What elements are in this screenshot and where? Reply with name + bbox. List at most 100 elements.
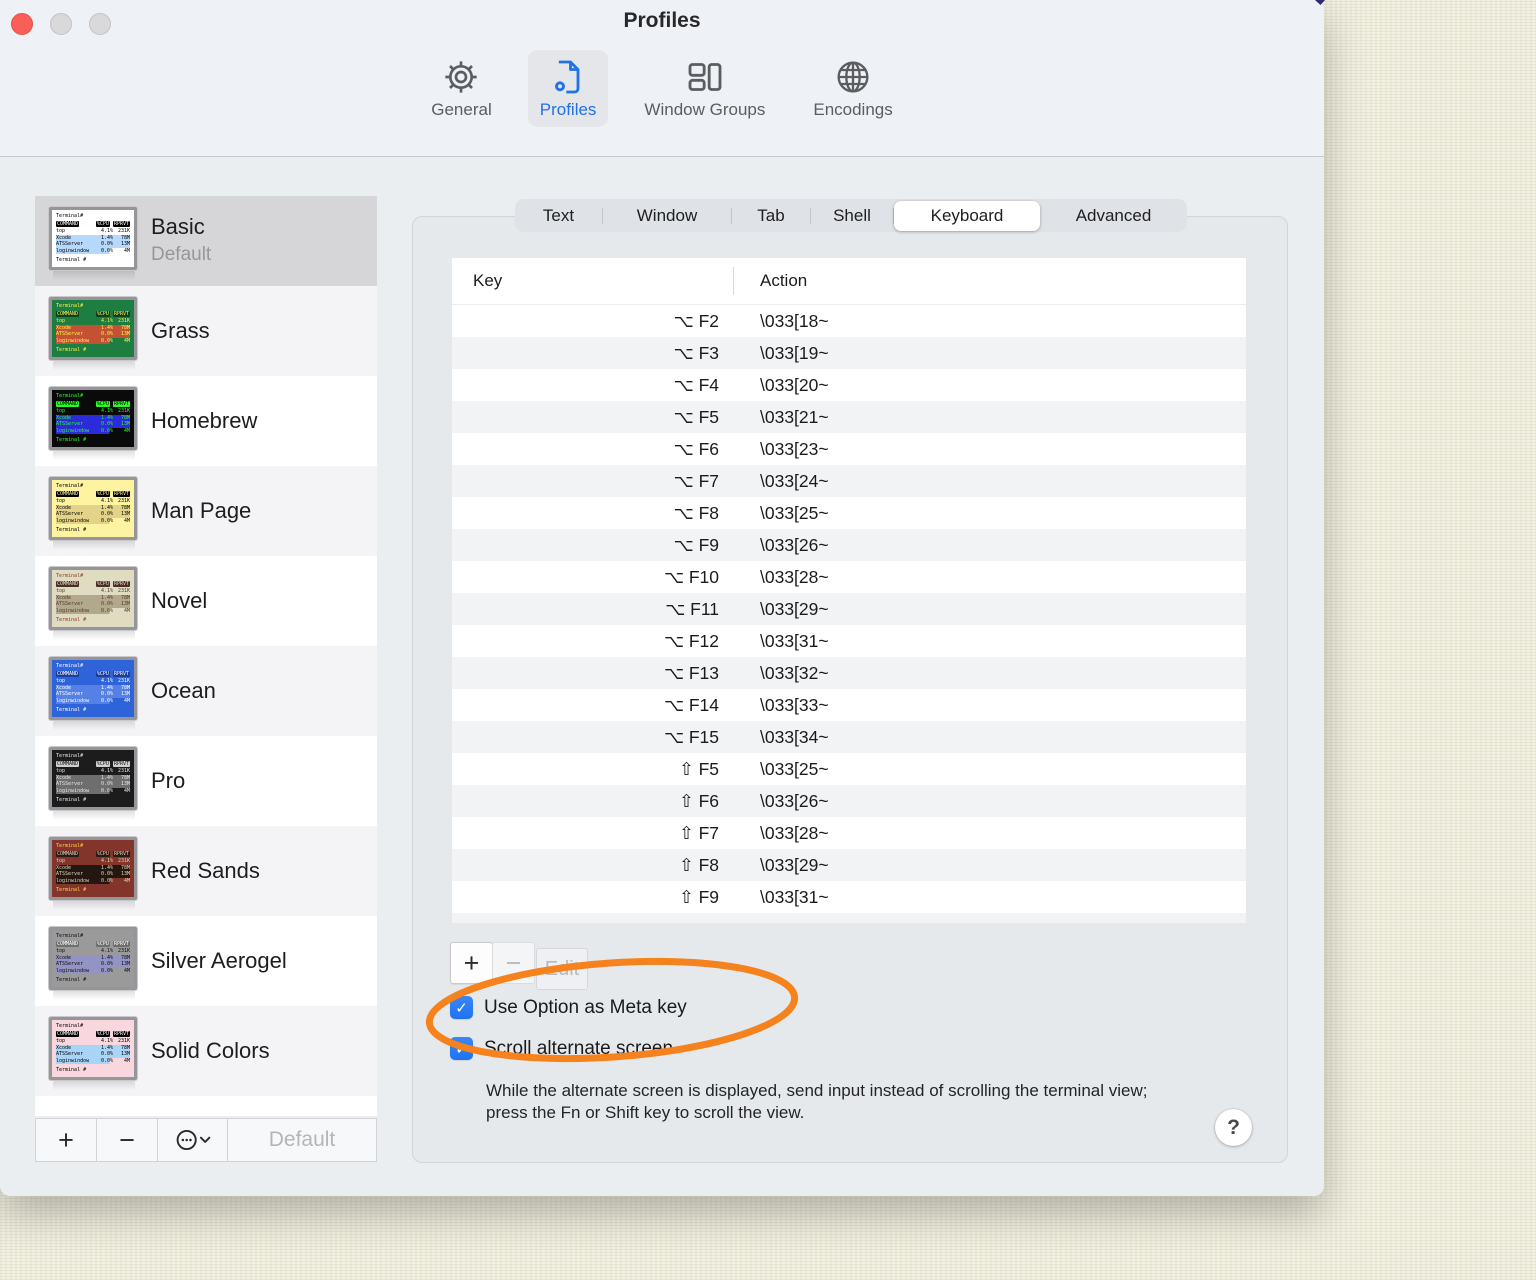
column-header-action[interactable]: Action (760, 271, 807, 291)
profile-thumbnail: Terminal# COMMAND %CPU RPRVT top 4.1% 231K Xcod… (49, 657, 139, 730)
thumbnail-title-text: Terminal# (56, 933, 84, 939)
toolbar-item-label: Window Groups (644, 100, 766, 119)
tab-tab[interactable]: Tab (732, 199, 810, 232)
key-mapping-row[interactable]: ⌥ F13 \033[32~ (452, 657, 1246, 689)
profile-list-item-silver-aerogel[interactable]: Terminal# COMMAND %CPU RPRVT top 4.1% 231K Xcod… (35, 916, 377, 1006)
key-mapping-row[interactable]: ⌥ F10 \033[28~ (452, 561, 1246, 593)
tab-advanced[interactable]: Advanced (1040, 199, 1187, 232)
thumbnail-reflection (53, 451, 135, 460)
thumbnail-column-chip: COMMAND (56, 580, 80, 587)
thumbnail-process-row: loginwindow 0.0% 4M (56, 877, 130, 884)
profile-list-item-ocean[interactable]: Terminal# COMMAND %CPU RPRVT top 4.1% 231K Xcod… (35, 646, 377, 736)
terminal-thumbnail-frame: Terminal# COMMAND %CPU RPRVT top 4.1% 231K Xcod… (49, 567, 137, 630)
terminal-thumbnail-screen: Terminal# COMMAND %CPU RPRVT top 4.1% 231K Xcod… (52, 300, 134, 357)
edit-key-mapping-button[interactable]: Edit (536, 948, 588, 990)
key-mapping-row[interactable]: ⇧ F5 \033[25~ (452, 753, 1246, 785)
key-mapping-row[interactable]: ⌥ F3 \033[19~ (452, 337, 1246, 369)
column-divider[interactable] (733, 267, 734, 295)
toolbar-item-encodings[interactable]: Encodings (801, 50, 904, 127)
thumbnail-process-row: loginwindow 0.0% 4M (56, 247, 130, 254)
key-mapping-row[interactable]: ⌥ F12 \033[31~ (452, 625, 1246, 657)
profile-name: Homebrew (151, 408, 258, 433)
profile-list-item-solid-colors[interactable]: Terminal# COMMAND %CPU RPRVT top 4.1% 231K Xcod… (35, 1006, 377, 1096)
thumbnail-reflection (53, 271, 135, 280)
thumbnail-title-text: Terminal# (56, 663, 84, 669)
toolbar-item-profiles[interactable]: Profiles (527, 50, 609, 127)
key-mapping-row[interactable]: ⌥ F8 \033[25~ (452, 497, 1246, 529)
profile-list-item-pro[interactable]: Terminal# COMMAND %CPU RPRVT top 4.1% 231K Xcod… (35, 736, 377, 826)
profile-list-item-red-sands[interactable]: Terminal# COMMAND %CPU RPRVT top 4.1% 231K Xcod… (35, 826, 377, 916)
checkbox-checked[interactable]: ✓ (450, 996, 473, 1019)
profile-list-item-novel[interactable]: Terminal# COMMAND %CPU RPRVT top 4.1% 231K Xcod… (35, 556, 377, 646)
key-cell: ⌥ F6 (673, 438, 719, 459)
thumbnail-reflection (53, 1081, 135, 1090)
add-profile-button[interactable]: + (36, 1119, 97, 1161)
profile-list: Terminal# COMMAND %CPU RPRVT top 4.1% 231K Xcod… (35, 196, 377, 1116)
terminal-thumbnail-frame: Terminal# COMMAND %CPU RPRVT top 4.1% 231K Xcod… (49, 1017, 137, 1080)
profile-name: Solid Colors (151, 1038, 270, 1063)
key-mapping-row[interactable]: ⌥ F5 \033[21~ (452, 401, 1246, 433)
key-mapping-row[interactable]: ⌥ F14 \033[33~ (452, 689, 1246, 721)
profile-list-item-homebrew[interactable]: Terminal# COMMAND %CPU RPRVT top 4.1% 231K Xcod… (35, 376, 377, 466)
gear-icon (441, 55, 481, 99)
key-mapping-row[interactable]: ⌥ F6 \033[23~ (452, 433, 1246, 465)
thumbnail-title-text: Terminal# (56, 573, 84, 579)
key-mapping-row[interactable]: ⌥ F2 \033[18~ (452, 305, 1246, 337)
profile-name: Ocean (151, 678, 216, 703)
thumbnail-title-text: Terminal# (56, 753, 84, 759)
default-profile-button[interactable]: Default (228, 1119, 376, 1161)
ellipsis-circle-chevron-icon (174, 1127, 212, 1153)
profile-more-menu-button[interactable] (158, 1119, 228, 1161)
thumbnail-process-row: loginwindow 0.0% 4M (56, 517, 130, 524)
tab-text[interactable]: Text (515, 199, 602, 232)
terminal-thumbnail-frame: Terminal# COMMAND %CPU RPRVT top 4.1% 231K Xcod… (49, 387, 137, 450)
tab-shell[interactable]: Shell (811, 199, 893, 232)
thumbnail-column-chip: %CPU (95, 580, 110, 587)
thumbnail-process-row: loginwindow 0.0% 4M (56, 1057, 130, 1064)
checkbox-checked[interactable]: ✓ (450, 1037, 473, 1060)
key-mapping-row[interactable]: ⌥ F9 \033[26~ (452, 529, 1246, 561)
terminal-thumbnail-frame: Terminal# COMMAND %CPU RPRVT top 4.1% 231K Xcod… (49, 297, 137, 360)
action-cell: \033[24~ (760, 470, 829, 491)
action-cell: \033[29~ (760, 854, 829, 875)
toolbar-item-general[interactable]: General (419, 50, 503, 127)
key-mapping-row[interactable]: ⇧ F9 \033[31~ (452, 881, 1246, 913)
tab-keyboard[interactable]: Keyboard (894, 200, 1040, 231)
profile-thumbnail: Terminal# COMMAND %CPU RPRVT top 4.1% 231K Xcod… (49, 927, 139, 1000)
action-cell: \033[26~ (760, 534, 829, 555)
remove-profile-button[interactable]: − (97, 1119, 158, 1161)
thumbnail-column-chip: COMMAND (56, 850, 80, 857)
key-mapping-row[interactable]: ⌥ F7 \033[24~ (452, 465, 1246, 497)
thumbnail-column-chip: RPRVT (112, 760, 130, 767)
action-cell: \033[25~ (760, 502, 829, 523)
table-row-partial (452, 913, 1246, 923)
key-mapping-row[interactable]: ⇧ F7 \033[28~ (452, 817, 1246, 849)
profile-list-item-grass[interactable]: Terminal# COMMAND %CPU RPRVT top 4.1% 231K Xcod… (35, 286, 377, 376)
remove-key-mapping-button[interactable]: − (492, 942, 535, 984)
key-cell: ⌥ F8 (673, 502, 719, 523)
add-key-mapping-button[interactable]: + (450, 942, 493, 984)
key-mapping-row[interactable]: ⌥ F15 \033[34~ (452, 721, 1246, 753)
profile-list-item-basic[interactable]: Terminal# COMMAND %CPU RPRVT top 4.1% 231K Xcod… (35, 196, 377, 286)
key-cell: ⌥ F10 (663, 566, 719, 587)
key-mapping-row[interactable]: ⇧ F8 \033[29~ (452, 849, 1246, 881)
key-mapping-row[interactable]: ⌥ F4 \033[20~ (452, 369, 1246, 401)
tab-window[interactable]: Window (603, 199, 731, 232)
key-cell: ⇧ F6 (679, 790, 719, 811)
key-mappings-table: Key Action ⌥ F2 \033[18~ ⌥ F3 \033[19~ ⌥ F4 \… (452, 258, 1246, 923)
toolbar-item-window-groups[interactable]: Window Groups (632, 50, 777, 127)
key-mapping-row[interactable]: ⇧ F6 \033[26~ (452, 785, 1246, 817)
action-cell: \033[26~ (760, 790, 829, 811)
profile-list-item-man-page[interactable]: Terminal# COMMAND %CPU RPRVT top 4.1% 231K Xcod… (35, 466, 377, 556)
thumbnail-process-row: loginwindow 0.0% 4M (56, 427, 130, 434)
thumbnail-header-row: COMMAND %CPU RPRVT (56, 310, 130, 317)
action-cell: \033[31~ (760, 886, 829, 907)
column-header-key[interactable]: Key (452, 271, 502, 291)
thumbnail-column-chip: RPRVT (112, 670, 130, 677)
action-cell: \033[19~ (760, 342, 829, 363)
key-cell: ⌥ F11 (665, 598, 719, 619)
help-button[interactable]: ? (1215, 1109, 1252, 1146)
key-mapping-row[interactable]: ⌥ F11 \033[29~ (452, 593, 1246, 625)
thumbnail-title-text: Terminal# (56, 843, 84, 849)
thumbnail-header-row: COMMAND %CPU RPRVT (56, 490, 130, 497)
